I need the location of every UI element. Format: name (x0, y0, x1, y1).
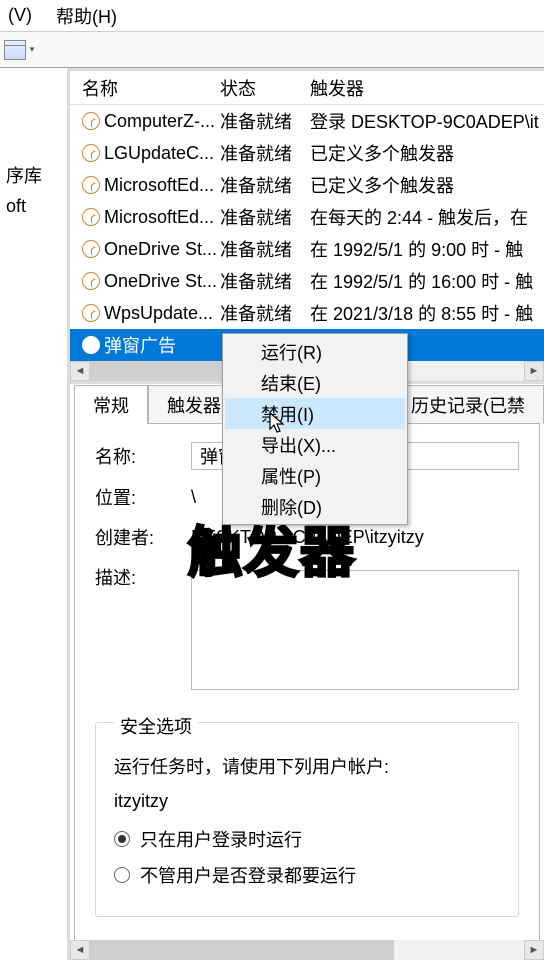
task-state: 准备就绪 (220, 172, 310, 198)
clock-icon (82, 272, 100, 290)
task-row[interactable]: LGUpdateC... 准备就绪已定义多个触发器 (70, 137, 544, 169)
radio-logged-in[interactable] (114, 831, 130, 847)
col-state[interactable]: 状态 (220, 75, 310, 101)
task-trigger: 已定义多个触发器 (310, 172, 544, 198)
radio-label-2: 不管用户是否登录都要运行 (140, 862, 356, 888)
context-menu-item[interactable]: 禁用(I) (225, 398, 405, 429)
textarea-description[interactable] (191, 570, 519, 690)
security-fieldset: 安全选项 运行任务时，请使用下列用户帐户: itzyitzy 只在用户登录时运行… (95, 722, 519, 917)
menu-help[interactable]: 帮助(H) (56, 3, 117, 29)
task-trigger: 在 1992/5/1 的 16:00 时 - 触 (310, 268, 544, 294)
toolbar: ▾ (0, 32, 544, 68)
context-menu-item[interactable]: 删除(D) (225, 491, 405, 522)
clock-icon (82, 144, 100, 162)
task-state: 准备就绪 (220, 140, 310, 166)
context-menu-item[interactable]: 运行(R) (225, 336, 405, 367)
task-name: WpsUpdate... (104, 303, 213, 324)
value-creator: DESKTOP-9C0ADEP\itzyitzy (191, 527, 424, 548)
task-name: 弹窗广告 (104, 332, 176, 358)
clock-icon (82, 176, 100, 194)
clock-icon (82, 240, 100, 258)
scroll-right-button[interactable]: ► (524, 940, 544, 960)
task-row[interactable]: WpsUpdate... 准备就绪在 2021/3/18 的 8:55 时 - 触 (70, 297, 544, 329)
task-trigger: 登录 DESKTOP-9C0ADEP\it (310, 108, 544, 134)
tree-node-library[interactable]: 序库 (0, 158, 67, 192)
clock-icon (82, 336, 100, 354)
scroll-left-button[interactable]: ◄ (70, 361, 90, 381)
task-name: MicrosoftEd... (104, 175, 214, 196)
task-trigger: 在每天的 2:44 - 触发后，在 (310, 204, 544, 230)
task-state: 准备就绪 (220, 236, 310, 262)
radio-row-2[interactable]: 不管用户是否登录都要运行 (114, 862, 500, 888)
security-line1: 运行任务时，请使用下列用户帐户: (114, 753, 500, 779)
task-row[interactable]: ComputerZ-...准备就绪登录 DESKTOP-9C0ADEP\it (70, 105, 544, 137)
col-trigger[interactable]: 触发器 (310, 75, 544, 101)
radio-row-1[interactable]: 只在用户登录时运行 (114, 826, 500, 852)
task-row[interactable]: OneDrive St...准备就绪在 1992/5/1 的 9:00 时 - … (70, 233, 544, 265)
task-name: OneDrive St... (104, 239, 217, 260)
label-name: 名称: (95, 443, 167, 469)
scroll-left-button[interactable]: ◄ (70, 940, 90, 960)
label-location: 位置: (95, 484, 167, 510)
clock-icon (82, 112, 100, 130)
task-name: MicrosoftEd... (104, 207, 214, 228)
menu-view[interactable]: (V) (8, 5, 32, 26)
sidebar-tree: 序库 oft (0, 68, 70, 960)
clock-icon (82, 208, 100, 226)
context-menu-item[interactable]: 导出(X)... (225, 429, 405, 460)
security-legend: 安全选项 (114, 713, 198, 739)
calendar-icon[interactable] (4, 40, 26, 60)
task-row[interactable]: MicrosoftEd... 准备就绪在每天的 2:44 - 触发后，在 (70, 201, 544, 233)
label-description: 描述: (95, 564, 167, 590)
details-hscrollbar[interactable]: ◄ ► (70, 940, 544, 960)
scroll-thumb[interactable] (90, 940, 394, 960)
task-name: ComputerZ-... (104, 111, 215, 132)
context-menu: 运行(R)结束(E)禁用(I)导出(X)...属性(P)删除(D) (222, 333, 408, 525)
cursor-icon (268, 412, 286, 436)
task-row[interactable]: MicrosoftEd... 准备就绪已定义多个触发器 (70, 169, 544, 201)
column-headers: 名称 状态 触发器 (70, 71, 544, 105)
task-trigger: 在 2021/3/18 的 8:55 时 - 触 (310, 300, 544, 326)
task-trigger: 在 1992/5/1 的 9:00 时 - 触 (310, 236, 544, 262)
value-location: \ (191, 487, 196, 508)
tab-general[interactable]: 常规 (74, 385, 148, 424)
tab-history[interactable]: 历史记录(已禁 (392, 385, 544, 424)
col-name[interactable]: 名称 (70, 75, 220, 101)
task-trigger: 已定义多个触发器 (310, 140, 544, 166)
context-menu-item[interactable]: 属性(P) (225, 460, 405, 491)
scroll-right-button[interactable]: ► (524, 361, 544, 381)
tree-node-oft[interactable]: oft (0, 192, 67, 221)
label-creator: 创建者: (95, 524, 167, 550)
radio-label-1: 只在用户登录时运行 (140, 826, 302, 852)
security-account: itzyitzy (114, 791, 500, 812)
task-name: OneDrive St... (104, 271, 217, 292)
radio-any[interactable] (114, 867, 130, 883)
task-state: 准备就绪 (220, 204, 310, 230)
dropdown-icon[interactable]: ▾ (26, 39, 38, 61)
context-menu-item[interactable]: 结束(E) (225, 367, 405, 398)
task-state: 准备就绪 (220, 268, 310, 294)
task-state: 准备就绪 (220, 300, 310, 326)
clock-icon (82, 304, 100, 322)
task-name: LGUpdateC... (104, 143, 214, 164)
task-row[interactable]: OneDrive St...准备就绪在 1992/5/1 的 16:00 时 -… (70, 265, 544, 297)
menubar: (V) 帮助(H) (0, 0, 544, 32)
task-state: 准备就绪 (220, 108, 310, 134)
